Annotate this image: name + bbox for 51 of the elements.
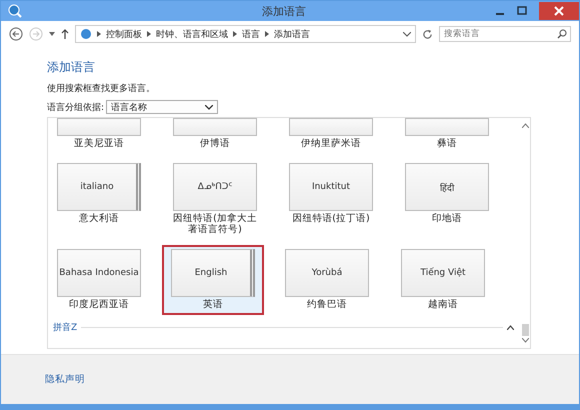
close-button[interactable] [539,2,579,20]
scroll-down-icon[interactable] [522,338,528,343]
scroll-thumb[interactable] [522,324,528,336]
language-item[interactable]: हिंदी 印地语 [401,159,493,240]
language-item[interactable]: 彝语 [401,118,493,154]
address-bar[interactable]: 控制面板 时钟、语言和区域 语言 添加语言 [75,25,416,43]
language-item[interactable]: Bahasa Indonesia 印度尼西亚语 [53,245,145,315]
language-item[interactable]: 伊纳里萨米语 [285,118,377,154]
language-tile: हिंदी [405,163,489,212]
maximize-icon[interactable] [517,6,527,16]
language-item[interactable]: Tiếng Việt 越南语 [397,245,489,315]
language-item[interactable]: Yorùbá 约鲁巴语 [281,245,373,315]
language-tile: Tiếng Việt [401,249,485,298]
collapse-icon[interactable] [507,324,514,330]
back-icon[interactable] [9,27,23,41]
language-item[interactable]: 亚美尼亚语 [53,118,145,154]
chevron-icon [265,31,269,37]
breadcrumb-item[interactable]: 添加语言 [274,28,310,40]
breadcrumb-item[interactable]: 控制面板 [106,28,142,40]
chevron-icon [147,31,151,37]
language-item[interactable]: 伊博语 [169,118,261,154]
search-field[interactable]: 搜索语言 [439,26,571,42]
language-item[interactable]: italiano 意大利语 [53,159,145,240]
language-tile: Inuktitut [289,163,373,212]
language-tile: English [171,249,255,298]
language-tile: Yorùbá [285,249,369,298]
scroll-up-icon[interactable] [522,123,528,128]
language-tile: Bahasa Indonesia [57,249,141,298]
language-tile: italiano [57,163,141,212]
search-icon [557,29,567,39]
dropdown-icon[interactable] [49,32,55,36]
chevron-icon [97,31,101,37]
breadcrumb-item[interactable]: 语言 [242,28,260,40]
language-item[interactable]: English 英语 [162,245,264,315]
privacy-link[interactable]: 隐私声明 [45,373,85,386]
up-arrow-icon[interactable] [61,29,69,39]
group-by-label: 语言分组依据: [47,102,104,114]
language-item[interactable]: ᐃᓄᒃᑎᑐᑦ 因纽特语(加拿大土著语言符号) [169,159,261,240]
close-icon [554,6,564,16]
breadcrumb-item[interactable]: 时钟、语言和区域 [156,28,228,40]
window-title: 添加语言 [261,4,306,18]
language-item[interactable]: Inuktitut 因纽特语(拉丁语) [285,159,377,240]
group-by-dropdown[interactable]: 语言名称 [106,100,218,114]
page-heading: 添加语言 [47,59,96,76]
chevron-icon [233,31,237,37]
refresh-icon[interactable] [422,28,433,40]
hint-text: 使用搜索框查找更多语言。 [47,82,156,95]
chevron-down-icon [205,104,214,110]
chevron-down-icon[interactable] [403,32,411,36]
language-tile: ᐃᓄᒃᑎᑐᑦ [173,163,257,212]
group-header: 拼音Z [53,322,78,334]
